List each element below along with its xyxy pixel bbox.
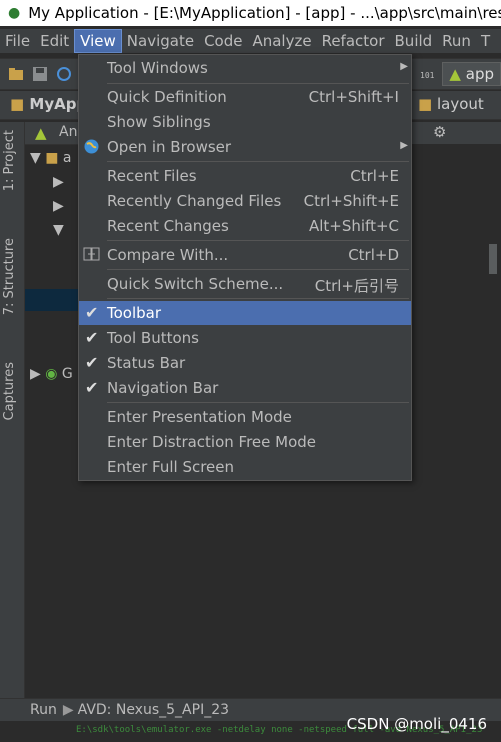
binary-icon[interactable]: 101 (420, 66, 436, 82)
watermark: CSDN @moli_0416 (346, 715, 487, 733)
menu-item-toolbar[interactable]: ✔ Toolbar (79, 301, 411, 325)
menu-edit[interactable]: Edit (35, 30, 74, 52)
menu-separator (107, 298, 409, 299)
menu-refactor[interactable]: Refactor (317, 30, 390, 52)
breadcrumb-project[interactable]: ■ MyApp (10, 95, 87, 113)
globe-icon (83, 138, 100, 155)
menu-item-show-siblings[interactable]: Show Siblings (79, 110, 411, 134)
menu-view[interactable]: View (74, 29, 122, 53)
expand-arrow-icon: ▼ (30, 150, 41, 166)
menu-item-full-screen[interactable]: Enter Full Screen (79, 455, 411, 479)
window-title: My Application - [E:\MyApplication] - [a… (28, 4, 501, 22)
tree-row[interactable]: ▶ (53, 198, 64, 214)
open-folder-icon[interactable] (8, 66, 24, 82)
expand-arrow-icon: ▼ (53, 222, 64, 238)
menu-file[interactable]: File (0, 30, 35, 52)
menu-separator (107, 83, 409, 84)
folder-icon: ■ (10, 95, 25, 113)
tab-structure[interactable]: 7: Structure (2, 238, 17, 315)
menu-separator (107, 161, 409, 162)
sync-icon[interactable] (56, 66, 72, 82)
submenu-arrow-icon: ▶ (400, 140, 408, 151)
avd-name: AVD: Nexus_5_API_23 (77, 702, 230, 718)
menu-separator (107, 269, 409, 270)
menu-code[interactable]: Code (199, 30, 247, 52)
menu-analyze[interactable]: Analyze (247, 30, 316, 52)
window-titlebar: ● My Application - [E:\MyApplication] - … (0, 0, 501, 26)
run-config-select[interactable]: ▲ app (442, 62, 501, 86)
check-icon: ✔ (85, 328, 99, 347)
run-tab-label[interactable]: Run (30, 702, 57, 718)
menu-item-quick-definition[interactable]: Quick Definition Ctrl+Shift+I (79, 85, 411, 109)
editor-area (410, 144, 501, 712)
android-icon: ▲ (35, 124, 47, 142)
menu-navigate[interactable]: Navigate (122, 30, 199, 52)
menu-item-presentation-mode[interactable]: Enter Presentation Mode (79, 405, 411, 429)
menu-item-navigation-bar[interactable]: ✔ Navigation Bar (79, 376, 411, 400)
menu-item-recent-changes[interactable]: Recent Changes Alt+Shift+C (79, 214, 411, 238)
breadcrumb-layout[interactable]: ■ layout (418, 95, 484, 113)
tree-row[interactable]: ▶ (53, 174, 64, 190)
menu-bar: File Edit View Navigate Code Analyze Ref… (0, 29, 501, 53)
submenu-arrow-icon: ▶ (400, 61, 408, 72)
check-icon: ✔ (85, 303, 99, 322)
menu-item-tool-windows[interactable]: Tool Windows ▶ (79, 56, 411, 80)
menu-item-tool-buttons[interactable]: ✔ Tool Buttons (79, 326, 411, 350)
android-studio-icon: ● (8, 5, 21, 21)
menu-separator (107, 240, 409, 241)
play-icon: ▶ (62, 702, 74, 718)
tab-project[interactable]: 1: Project (2, 130, 17, 191)
menu-build[interactable]: Build (390, 30, 438, 52)
menu-item-distraction-free-mode[interactable]: Enter Distraction Free Mode (79, 430, 411, 454)
menu-item-open-in-browser[interactable]: Open in Browser ▶ (79, 135, 411, 159)
vertical-scrollbar[interactable] (489, 244, 497, 274)
menu-item-status-bar[interactable]: ✔ Status Bar (79, 351, 411, 375)
menu-item-compare-with[interactable]: Compare With... Ctrl+D (79, 243, 411, 267)
settings-icon[interactable]: ⚙ (433, 123, 446, 141)
view-menu-dropdown: Tool Windows ▶ Quick Definition Ctrl+Shi… (78, 54, 412, 481)
tree-row-gradle[interactable]: ▶ ◉ G (30, 366, 73, 382)
check-icon: ✔ (85, 378, 99, 397)
module-folder-icon: ■ (45, 150, 59, 166)
left-tool-strip: 1: Project 7: Structure Captures (0, 122, 25, 712)
collapse-arrow-icon: ▶ (30, 366, 41, 382)
svg-text:101: 101 (420, 71, 435, 80)
menu-item-recent-files[interactable]: Recent Files Ctrl+E (79, 164, 411, 188)
compare-icon (83, 246, 100, 263)
collapse-arrow-icon: ▶ (53, 174, 64, 190)
tab-captures[interactable]: Captures (2, 362, 17, 420)
android-icon: ▲ (449, 65, 461, 83)
save-icon[interactable] (32, 66, 48, 82)
check-icon: ✔ (85, 353, 99, 372)
menu-run[interactable]: Run (437, 30, 476, 52)
gradle-icon: ◉ (45, 366, 58, 382)
collapse-arrow-icon: ▶ (53, 198, 64, 214)
menu-separator (107, 402, 409, 403)
tree-row-app[interactable]: ▼ ■ a (30, 150, 72, 166)
menu-tools[interactable]: T (476, 30, 495, 52)
tree-row[interactable]: ▼ (53, 222, 64, 238)
folder-icon: ■ (418, 95, 433, 113)
menu-item-recently-changed-files[interactable]: Recently Changed Files Ctrl+Shift+E (79, 189, 411, 213)
menu-item-quick-switch-scheme[interactable]: Quick Switch Scheme... Ctrl+后引号 (79, 272, 411, 296)
